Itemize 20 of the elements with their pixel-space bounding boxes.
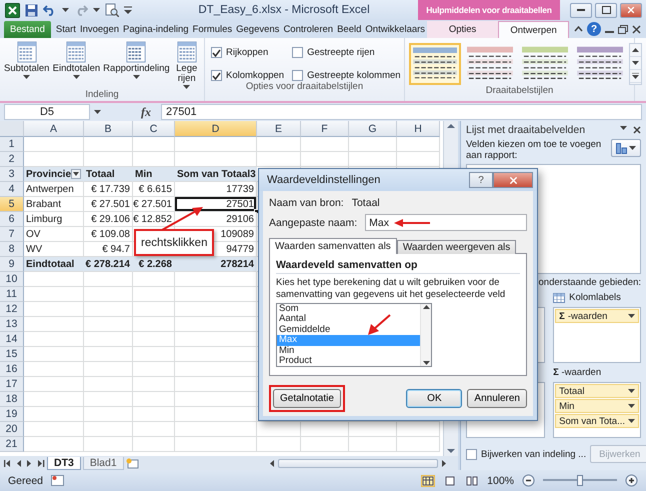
source-name: Totaal [352,197,380,209]
callout-tooltip: rechtsklikken [134,229,214,256]
field-label: Aangepaste naam: [269,216,358,228]
context-tab-header: Hulpmiddelen voor draaitabellen [418,0,560,20]
pane-title: Lijst met draaitabelvelden [466,124,586,136]
pane-instruction: Velden kiezen om toe te voegen aan rapport: [466,139,602,161]
group-label: Draaitabelstijlen [484,85,554,98]
checkbox-label: Bijwerken van indeling ... [481,448,586,460]
group-label: Opties voor draaitabelstijlen [244,81,364,94]
group-label: Indeling [84,89,120,101]
field-label: Naam van bron: [269,197,344,209]
area-label: Kolomlabels [569,292,621,303]
area-label: Σ -waarden [553,367,602,378]
section-title: Waardeveld samenvatten op [276,259,520,274]
status-text: Gereed [8,474,44,486]
window-title: DT_Easy_6.xlsx - Microsoft Excel [197,4,371,16]
dialog-title: Waardeveldinstellingen [267,174,380,186]
description-text: Kies het type berekening dat u wilt gebruiken voor de samenvatting van gegevens uit het geselecteerde veld [276,277,506,300]
zoom-level: 100% [487,474,514,486]
areas-hint: onderstaande gebieden: [538,277,641,288]
